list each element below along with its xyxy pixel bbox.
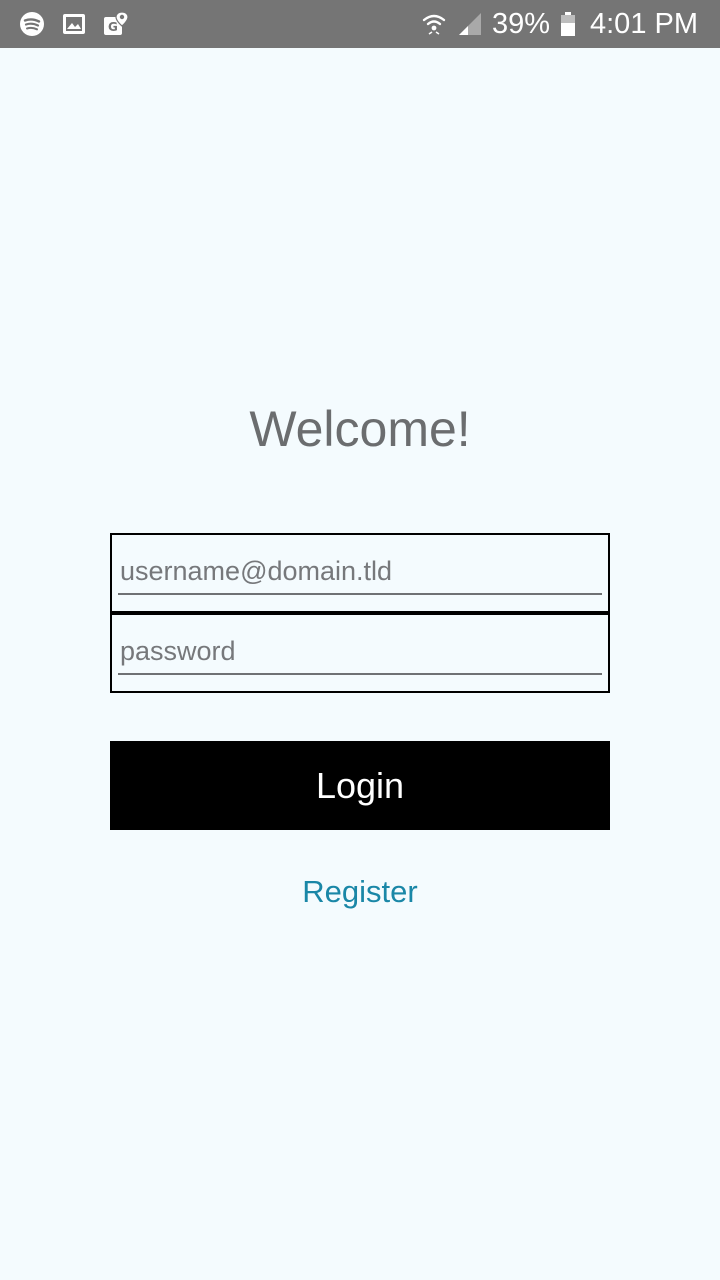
status-right: 39% 4:01 PM <box>420 0 698 48</box>
status-time: 4:01 PM <box>590 7 698 40</box>
gallery-icon <box>60 10 88 38</box>
password-field-box <box>110 613 610 693</box>
maps-icon: G <box>102 10 130 38</box>
spotify-icon <box>18 10 46 38</box>
register-link[interactable]: Register <box>0 874 720 910</box>
welcome-title: Welcome! <box>249 401 471 457</box>
status-bar: G 39% 4:01 PM <box>0 0 720 48</box>
wifi-icon <box>420 10 448 38</box>
battery-percentage: 39% <box>491 7 550 40</box>
svg-text:G: G <box>108 20 118 34</box>
username-input[interactable] <box>118 549 602 595</box>
login-button[interactable]: Login <box>110 741 610 830</box>
password-input[interactable] <box>118 629 602 675</box>
signal-icon <box>456 10 484 38</box>
username-field-box <box>110 533 610 613</box>
battery-icon <box>560 10 576 38</box>
status-left-icons: G <box>18 0 130 48</box>
